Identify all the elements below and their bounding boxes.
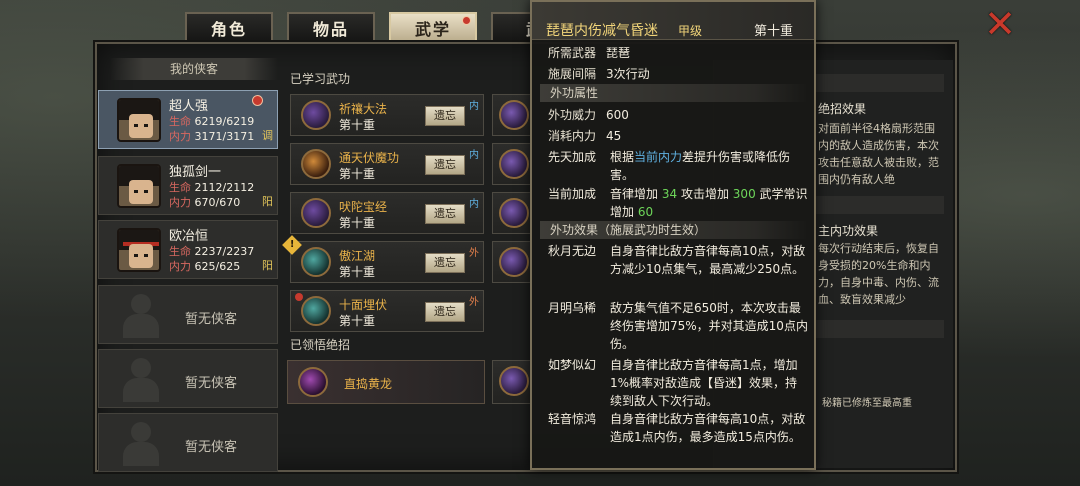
tab-items[interactable]: 物品 xyxy=(287,12,375,44)
mp-stat: 内力 625/625 xyxy=(169,260,241,273)
inner-effect-text: 每次行动结束后，恢复自身受损的20%生命和内力，自身中毒、内伤、流血、致盲效果减… xyxy=(818,242,939,306)
tooltip-level: 第十重 xyxy=(754,24,794,39)
forget-button[interactable]: 遗忘 xyxy=(425,253,465,273)
character-name: 超人强 xyxy=(169,99,209,114)
max-level-notice: 秘籍已修炼至最高重 xyxy=(822,398,912,409)
silhouette-icon xyxy=(119,292,163,340)
ultimate-card[interactable]: 直捣黄龙 xyxy=(287,360,485,404)
silhouette-icon xyxy=(119,420,163,468)
sidebar-title: 我的侠客 xyxy=(110,58,278,80)
mp-stat: 内力 670/670 xyxy=(169,196,241,209)
character-card[interactable]: 独孤剑一 生命 2112/2112 内力 670/670 阳 xyxy=(98,156,278,215)
tooltip-title: 琵琶内伤减气昏迷 xyxy=(546,23,658,39)
hp-stat: 生命 2112/2112 xyxy=(169,181,255,194)
skill-icon xyxy=(499,100,529,130)
skill-card-partial[interactable] xyxy=(492,94,532,136)
character-tag: 调 xyxy=(262,129,273,142)
inner-effect-heading: 主内功效果 xyxy=(818,224,879,238)
effects-section: 外功效果（施展武功时生效） xyxy=(540,221,808,239)
character-tag: 阳 xyxy=(262,195,273,208)
character-name: 欧冶恒 xyxy=(169,229,209,244)
green-wind-icon xyxy=(301,247,331,277)
empty-character-slot[interactable]: 暂无侠客 xyxy=(98,349,278,408)
silhouette-icon xyxy=(119,356,163,404)
hp-stat: 生命 6219/6219 xyxy=(169,115,255,128)
skill-card-partial[interactable] xyxy=(492,241,532,283)
tooltip-header: 琵琶内伤减气昏迷 甲级 第十重 xyxy=(532,2,814,40)
effect-row: 如梦似幻 自身音律比敌方音律每高1点，增加1%概率对敌造成【昏迷】效果，持续到敌… xyxy=(548,358,798,408)
effect-row: 秋月无边 自身音律比敌方音律每高10点，对敌方减少10点集气，最高减少250点。 xyxy=(548,244,806,276)
skill-type-badge: 外 xyxy=(469,248,479,259)
forget-button[interactable]: 遗忘 xyxy=(425,302,465,322)
avatar xyxy=(117,228,161,272)
mp-stat: 内力 3171/3171 xyxy=(169,130,255,143)
skill-icon xyxy=(499,247,529,277)
skill-icon xyxy=(499,198,529,228)
green-wind-icon xyxy=(301,296,331,326)
skill-card[interactable]: 祈禳大法 第十重 遗忘 内 xyxy=(290,94,484,136)
skill-icon xyxy=(499,366,529,396)
power-row: 外功威力 600 xyxy=(548,108,629,122)
avatar xyxy=(117,164,161,208)
innate-bonus-row: 先天加成 根据当前内力差提升伤害或降低伤害。 xyxy=(548,150,791,182)
skill-type-badge: 内 xyxy=(469,199,479,210)
close-icon[interactable]: ✕ xyxy=(980,5,1020,46)
skill-type-badge: 内 xyxy=(469,150,479,161)
hp-stat: 生命 2237/2237 xyxy=(169,245,255,258)
notification-dot-icon xyxy=(462,16,471,25)
skill-type-badge: 外 xyxy=(469,297,479,308)
weapon-row: 所需武器 琵琶 xyxy=(548,46,631,60)
tab-character[interactable]: 角色 xyxy=(185,12,273,44)
avatar xyxy=(117,98,161,142)
character-card[interactable]: 超人强 生命 6219/6219 内力 3171/3171 调 xyxy=(98,90,278,149)
outer-attr-section: 外功属性 xyxy=(540,84,808,102)
learned-skills-title: 已学习武功 xyxy=(290,72,351,86)
skill-card[interactable]: 吠陀宝经 第十重 遗忘 内 xyxy=(290,192,484,234)
skill-card-partial[interactable] xyxy=(492,143,532,185)
character-tag: 阳 xyxy=(262,259,273,272)
skill-type-badge: 内 xyxy=(469,101,479,112)
forget-button[interactable]: 遗忘 xyxy=(425,204,465,224)
skill-tooltip: 琵琶内伤减气昏迷 甲级 第十重 所需武器 琵琶 施展间隔 3次行动 外功属性 外功威… xyxy=(530,0,816,470)
alert-icon xyxy=(252,95,263,106)
forget-button[interactable]: 遗忘 xyxy=(425,155,465,175)
current-bonus-row: 当前加成 音律增加 34 攻击增加 300 武学常识增加 60 xyxy=(548,187,808,219)
empty-character-slot[interactable]: 暂无侠客 xyxy=(98,285,278,344)
ultimate-card-partial[interactable] xyxy=(492,360,532,404)
effect-row: 轻音惊鸿 自身音律比敌方音律每高10点，对敌造成1点内伤，最多造成15点内伤。 xyxy=(548,412,806,444)
skill-card[interactable]: 十面埋伏 第十重 遗忘 外 xyxy=(290,290,484,332)
skill-icon xyxy=(499,149,529,179)
cost-row: 消耗内力 45 xyxy=(548,129,622,143)
effect-row: 月明乌稀 敌方集气值不足650时，本次攻击最终伤害增加75%，并对其造成10点内… xyxy=(548,301,808,351)
tooltip-grade: 甲级 xyxy=(678,24,703,38)
fire-icon xyxy=(301,149,331,179)
purple-swirl-icon xyxy=(301,198,331,228)
ultimates-title: 已领悟绝招 xyxy=(290,338,351,352)
skill-card[interactable]: 通天伏魔功 第十重 遗忘 内 xyxy=(290,143,484,185)
character-card[interactable]: 欧冶恒 生命 2237/2237 内力 625/625 阳 xyxy=(98,220,278,279)
empty-character-slot[interactable]: 暂无侠客 xyxy=(98,413,278,472)
tab-martial-arts[interactable]: 武学 xyxy=(389,12,477,44)
notification-dot-icon xyxy=(295,293,303,301)
skill-card[interactable]: ! 傲江湖 第十重 遗忘 外 xyxy=(282,235,484,283)
claw-strike-icon xyxy=(298,367,328,397)
purple-swirl-icon xyxy=(301,100,331,130)
ultimate-effect-heading: 绝招效果 xyxy=(818,102,867,116)
skill-card-partial[interactable] xyxy=(492,192,532,234)
interval-row: 施展间隔 3次行动 xyxy=(548,67,650,81)
character-name: 独孤剑一 xyxy=(169,165,222,180)
ultimate-effect-text: 对面前半径4格扇形范围内的敌人造成伤害，本次攻击任意敌人被击败，范围内仍有敌人绝 xyxy=(818,122,939,186)
forget-button[interactable]: 遗忘 xyxy=(425,106,465,126)
